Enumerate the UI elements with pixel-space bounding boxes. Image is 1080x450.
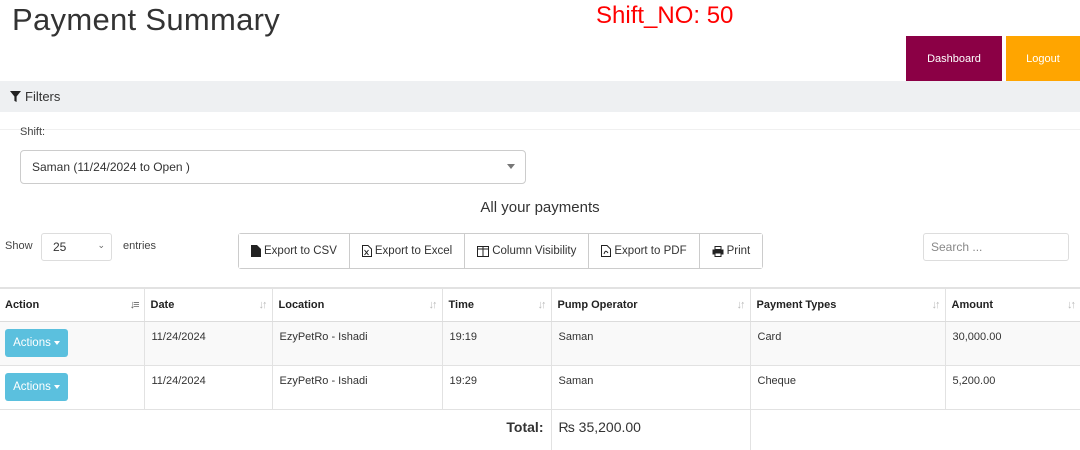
total-row: Total: ₨ 35,200.00 xyxy=(0,408,1080,450)
export-button-group: Export to CSV Export to Excel Column Vis… xyxy=(238,233,764,269)
column-header-label: Payment Types xyxy=(756,298,837,311)
column-header-date[interactable]: Date ↓↑ xyxy=(143,287,273,322)
file-icon xyxy=(251,245,261,257)
sort-icon: ↓↑ xyxy=(428,299,438,311)
column-visibility-label: Column Visibility xyxy=(492,245,577,257)
location-cell: EzyPetRo - Ishadi xyxy=(271,364,443,410)
sort-icon: ↓↑ xyxy=(258,299,268,311)
filters-label: Filters xyxy=(25,89,61,104)
table-row: Actions 11/24/2024 EzyPetRo - Ishadi 19:… xyxy=(0,320,1080,366)
total-value: ₨ 35,200.00 xyxy=(550,408,751,450)
logout-button[interactable]: Logout xyxy=(1006,36,1080,81)
date-cell: 11/24/2024 xyxy=(143,364,273,410)
export-csv-button[interactable]: Export to CSV xyxy=(239,234,350,268)
date-cell: 11/24/2024 xyxy=(143,320,273,366)
caret-down-icon xyxy=(53,384,60,389)
entries-select[interactable]: 25 ⌄ xyxy=(41,233,112,261)
excel-file-icon xyxy=(361,245,372,257)
actions-label: Actions xyxy=(13,336,51,349)
column-header-pump-operator[interactable]: Pump Operator ↓↑ xyxy=(550,287,751,322)
pdf-file-icon xyxy=(601,245,612,257)
actions-dropdown-button[interactable]: Actions xyxy=(5,328,68,357)
shift-number: Shift_NO: 50 xyxy=(596,2,734,29)
time-cell: 19:19 xyxy=(441,320,552,366)
chevron-down-icon: ⌄ xyxy=(97,240,105,250)
actions-label: Actions xyxy=(13,380,51,393)
columns-icon xyxy=(477,245,490,257)
page-title: Payment Summary xyxy=(12,2,281,37)
divider xyxy=(0,129,1080,130)
export-excel-label: Export to Excel xyxy=(374,245,453,257)
column-header-label: Time xyxy=(448,298,474,311)
column-header-amount[interactable]: Amount ↓↑ xyxy=(944,287,1080,322)
caret-down-icon xyxy=(507,164,515,169)
column-header-label: Amount xyxy=(951,298,994,311)
caret-down-icon xyxy=(53,340,60,345)
operator-cell: Saman xyxy=(550,364,751,410)
shift-select[interactable]: Saman (11/24/2024 to Open ) xyxy=(20,150,526,184)
column-header-label: Pump Operator xyxy=(557,298,638,311)
export-pdf-label: Export to PDF xyxy=(614,245,687,257)
amount-cell: 5,200.00 xyxy=(944,364,1080,410)
total-empty-cell xyxy=(749,408,1080,450)
action-cell: Actions xyxy=(0,320,145,366)
sort-desc-icon: ↓≡ xyxy=(129,299,140,311)
payment-type-cell: Cheque xyxy=(749,364,946,410)
column-header-label: Action xyxy=(5,298,40,311)
print-button[interactable]: Print xyxy=(699,234,763,268)
entries-label: entries xyxy=(123,240,157,252)
amount-cell: 30,000.00 xyxy=(944,320,1080,366)
sort-icon: ↓↑ xyxy=(931,299,941,311)
column-header-time[interactable]: Time ↓↑ xyxy=(441,287,552,322)
shift-select-value: Saman (11/24/2024 to Open ) xyxy=(32,160,190,174)
export-excel-button[interactable]: Export to Excel xyxy=(349,234,466,268)
action-cell: Actions xyxy=(0,364,145,410)
dashboard-button[interactable]: Dashboard xyxy=(906,36,1002,81)
column-header-action[interactable]: Action ↓≡ xyxy=(0,287,145,322)
payments-table: Action ↓≡ Date ↓↑ Location ↓↑ Time ↓↑ Pump O… xyxy=(0,287,1080,450)
time-cell: 19:29 xyxy=(441,364,552,410)
total-label: Total: xyxy=(0,408,552,450)
shift-label: Shift: xyxy=(20,126,46,138)
search-input[interactable] xyxy=(923,233,1069,261)
export-csv-label: Export to CSV xyxy=(264,245,337,257)
entries-value: 25 xyxy=(53,240,67,254)
column-header-label: Location xyxy=(278,298,325,311)
export-pdf-button[interactable]: Export to PDF xyxy=(589,234,700,268)
location-cell: EzyPetRo - Ishadi xyxy=(271,320,443,366)
sort-icon: ↓↑ xyxy=(1067,299,1076,311)
table-caption: All your payments xyxy=(480,199,600,216)
print-icon xyxy=(712,245,724,257)
sort-icon: ↓↑ xyxy=(537,299,547,311)
column-header-label: Date xyxy=(150,298,175,311)
payment-type-cell: Card xyxy=(749,320,946,366)
table-row: Actions 11/24/2024 EzyPetRo - Ishadi 19:… xyxy=(0,364,1080,410)
print-label: Print xyxy=(726,245,751,257)
column-visibility-button[interactable]: Column Visibility xyxy=(465,234,590,268)
actions-dropdown-button[interactable]: Actions xyxy=(5,372,68,401)
column-header-payment-types[interactable]: Payment Types ↓↑ xyxy=(749,287,946,322)
table-header-row: Action ↓≡ Date ↓↑ Location ↓↑ Time ↓↑ Pump O… xyxy=(0,287,1080,322)
filters-toggle[interactable]: Filters xyxy=(0,81,1080,112)
filter-icon xyxy=(10,91,21,102)
operator-cell: Saman xyxy=(550,320,751,366)
show-label: Show xyxy=(5,240,33,252)
sort-icon: ↓↑ xyxy=(736,299,746,311)
column-header-location[interactable]: Location ↓↑ xyxy=(271,287,443,322)
